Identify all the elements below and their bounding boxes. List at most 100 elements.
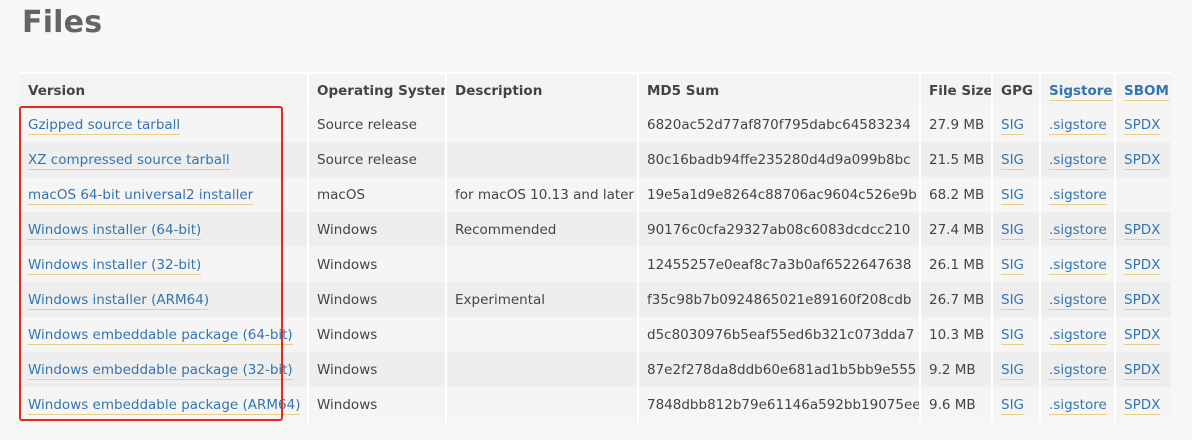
gpg-cell: SIG bbox=[991, 177, 1040, 212]
os-cell: Windows bbox=[307, 247, 446, 282]
sbom-cell: SPDX bbox=[1114, 352, 1171, 387]
sigstore-cell: .sigstore bbox=[1039, 142, 1115, 177]
gpg-sig-link[interactable]: SIG bbox=[1001, 396, 1025, 415]
gpg-cell: SIG bbox=[991, 107, 1040, 142]
sbom-cell: SPDX bbox=[1114, 247, 1171, 282]
table-header-row: Version Operating System Description MD5… bbox=[20, 72, 1171, 107]
gpg-sig-link[interactable]: SIG bbox=[1001, 151, 1025, 170]
table-row: Gzipped source tarball Source release 68… bbox=[20, 107, 1171, 142]
os-cell: Source release bbox=[307, 107, 446, 142]
sbom-cell: SPDX bbox=[1114, 212, 1171, 247]
sigstore-link[interactable]: .sigstore bbox=[1049, 361, 1107, 380]
spdx-link[interactable]: SPDX bbox=[1124, 116, 1161, 135]
gpg-sig-link[interactable]: SIG bbox=[1001, 326, 1025, 345]
os-cell: Windows bbox=[307, 212, 446, 247]
gpg-cell: SIG bbox=[991, 212, 1040, 247]
size-cell: 9.2 MB bbox=[919, 352, 992, 387]
sigstore-link[interactable]: .sigstore bbox=[1049, 116, 1107, 135]
download-link[interactable]: XZ compressed source tarball bbox=[28, 151, 230, 170]
sbom-header-link[interactable]: SBOM bbox=[1124, 82, 1169, 101]
download-link[interactable]: Windows installer (64-bit) bbox=[28, 221, 202, 240]
header-md5-sum: MD5 Sum bbox=[637, 72, 920, 107]
size-cell: 10.3 MB bbox=[919, 317, 992, 352]
table-row: Windows installer (64-bit) Windows Recom… bbox=[20, 212, 1171, 247]
md5-cell: f35c98b7b0924865021e89160f208cdb bbox=[637, 282, 920, 317]
gpg-sig-link[interactable]: SIG bbox=[1001, 116, 1025, 135]
files-table: Version Operating System Description MD5… bbox=[20, 72, 1171, 422]
description-cell bbox=[445, 317, 638, 352]
gpg-sig-link[interactable]: SIG bbox=[1001, 186, 1025, 205]
sigstore-link[interactable]: .sigstore bbox=[1049, 221, 1107, 240]
download-link[interactable]: Windows installer (32-bit) bbox=[28, 256, 202, 275]
spdx-link[interactable]: SPDX bbox=[1124, 221, 1161, 240]
version-cell: Windows embeddable package (32-bit) bbox=[20, 352, 308, 387]
spdx-link[interactable]: SPDX bbox=[1124, 361, 1161, 380]
gpg-cell: SIG bbox=[991, 352, 1040, 387]
sigstore-cell: .sigstore bbox=[1039, 317, 1115, 352]
header-sbom: SBOM bbox=[1114, 72, 1171, 107]
table-row: Windows embeddable package (ARM64) Windo… bbox=[20, 387, 1171, 422]
gpg-cell: SIG bbox=[991, 317, 1040, 352]
sigstore-link[interactable]: .sigstore bbox=[1049, 256, 1107, 275]
gpg-cell: SIG bbox=[991, 142, 1040, 177]
version-cell: macOS 64-bit universal2 installer bbox=[20, 177, 308, 212]
download-link[interactable]: macOS 64-bit universal2 installer bbox=[28, 186, 254, 205]
sigstore-cell: .sigstore bbox=[1039, 387, 1115, 422]
download-link[interactable]: Gzipped source tarball bbox=[28, 116, 181, 135]
version-cell: Windows embeddable package (64-bit) bbox=[20, 317, 308, 352]
spdx-link[interactable]: SPDX bbox=[1124, 256, 1161, 275]
sigstore-link[interactable]: .sigstore bbox=[1049, 151, 1107, 170]
version-cell: Gzipped source tarball bbox=[20, 107, 308, 142]
version-cell: Windows installer (64-bit) bbox=[20, 212, 308, 247]
os-cell: Windows bbox=[307, 387, 446, 422]
os-cell: Windows bbox=[307, 352, 446, 387]
header-file-size: File Size bbox=[919, 72, 992, 107]
gpg-sig-link[interactable]: SIG bbox=[1001, 291, 1025, 310]
md5-cell: 80c16badb94ffe235280d4d9a099b8bc bbox=[637, 142, 920, 177]
sigstore-header-link[interactable]: Sigstore bbox=[1049, 82, 1113, 101]
md5-cell: d5c8030976b5eaf55ed6b321c073dda7 bbox=[637, 317, 920, 352]
download-link[interactable]: Windows embeddable package (ARM64) bbox=[28, 396, 301, 415]
table-row: Windows embeddable package (64-bit) Wind… bbox=[20, 317, 1171, 352]
size-cell: 26.1 MB bbox=[919, 247, 992, 282]
sigstore-cell: .sigstore bbox=[1039, 177, 1115, 212]
header-description: Description bbox=[445, 72, 638, 107]
download-link[interactable]: Windows installer (ARM64) bbox=[28, 291, 210, 310]
sigstore-link[interactable]: .sigstore bbox=[1049, 326, 1107, 345]
header-sigstore: Sigstore bbox=[1039, 72, 1115, 107]
table-row: XZ compressed source tarball Source rele… bbox=[20, 142, 1171, 177]
spdx-link[interactable]: SPDX bbox=[1124, 151, 1161, 170]
download-link[interactable]: Windows embeddable package (32-bit) bbox=[28, 361, 293, 380]
version-cell: XZ compressed source tarball bbox=[20, 142, 308, 177]
sigstore-link[interactable]: .sigstore bbox=[1049, 186, 1107, 205]
gpg-sig-link[interactable]: SIG bbox=[1001, 256, 1025, 275]
description-cell: Experimental bbox=[445, 282, 638, 317]
sigstore-link[interactable]: .sigstore bbox=[1049, 396, 1107, 415]
md5-cell: 19e5a1d9e8264c88706ac9604c526e9b bbox=[637, 177, 920, 212]
spdx-link[interactable]: SPDX bbox=[1124, 326, 1161, 345]
sbom-cell: SPDX bbox=[1114, 317, 1171, 352]
gpg-sig-link[interactable]: SIG bbox=[1001, 361, 1025, 380]
sbom-cell bbox=[1114, 177, 1171, 212]
sigstore-link[interactable]: .sigstore bbox=[1049, 291, 1107, 310]
gpg-cell: SIG bbox=[991, 282, 1040, 317]
sbom-cell: SPDX bbox=[1114, 142, 1171, 177]
os-cell: macOS bbox=[307, 177, 446, 212]
gpg-cell: SIG bbox=[991, 247, 1040, 282]
size-cell: 26.7 MB bbox=[919, 282, 992, 317]
sigstore-cell: .sigstore bbox=[1039, 212, 1115, 247]
gpg-sig-link[interactable]: SIG bbox=[1001, 221, 1025, 240]
header-version: Version bbox=[20, 72, 308, 107]
description-cell: for macOS 10.13 and later bbox=[445, 177, 638, 212]
description-cell bbox=[445, 352, 638, 387]
page-title: Files bbox=[22, 5, 103, 40]
spdx-link[interactable]: SPDX bbox=[1124, 291, 1161, 310]
spdx-link[interactable]: SPDX bbox=[1124, 396, 1161, 415]
download-link[interactable]: Windows embeddable package (64-bit) bbox=[28, 326, 293, 345]
sigstore-cell: .sigstore bbox=[1039, 247, 1115, 282]
table-row: Windows embeddable package (32-bit) Wind… bbox=[20, 352, 1171, 387]
version-cell: Windows embeddable package (ARM64) bbox=[20, 387, 308, 422]
version-cell: Windows installer (32-bit) bbox=[20, 247, 308, 282]
sbom-cell: SPDX bbox=[1114, 282, 1171, 317]
files-page: Files Version Operating System Descripti… bbox=[0, 0, 1192, 440]
